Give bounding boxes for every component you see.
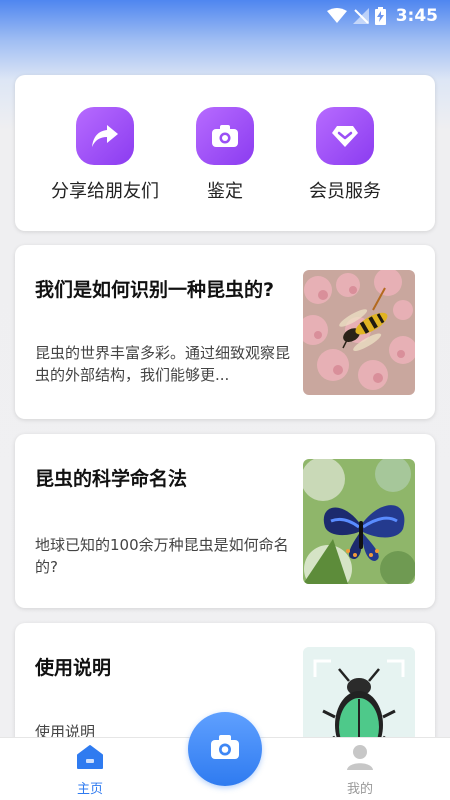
share-icon xyxy=(76,107,134,165)
quick-actions-card: 分享给朋友们 鉴定 会员服务 xyxy=(15,75,435,231)
article-description: 地球已知的100余万种昆虫是如何命名的? xyxy=(35,536,289,576)
camera-icon xyxy=(209,733,241,765)
share-button[interactable]: 分享给朋友们 xyxy=(45,107,165,203)
butterfly-photo xyxy=(303,459,415,584)
tab-home-label: 主页 xyxy=(76,782,103,797)
wasp-on-flowers-photo xyxy=(303,270,415,395)
no-signal-icon xyxy=(352,8,369,24)
share-label: 分享给朋友们 xyxy=(51,181,159,202)
article-card[interactable]: 我们是如何识别一种昆虫的? 昆虫的世界丰富多彩。通过细致观察昆虫的外部结构，我们… xyxy=(15,245,435,419)
vip-service-button[interactable]: 会员服务 xyxy=(285,107,405,203)
article-title: 使用说明 xyxy=(35,657,112,679)
status-bar: 3:45 xyxy=(0,0,450,32)
article-description: 昆虫的世界丰富多彩。通过细致观察昆虫的外部结构，我们能够更... xyxy=(35,344,291,384)
identify-label: 鉴定 xyxy=(207,181,243,202)
battery-charging-icon xyxy=(374,7,386,25)
article-title: 昆虫的科学命名法 xyxy=(35,468,188,490)
wifi-icon xyxy=(326,8,347,24)
article-card[interactable]: 昆虫的科学命名法 地球已知的100余万种昆虫是如何命名的? xyxy=(15,434,435,608)
camera-icon xyxy=(196,107,254,165)
tab-mine[interactable]: 我的 xyxy=(315,744,405,797)
vip-diamond-icon xyxy=(316,107,374,165)
vip-service-label: 会员服务 xyxy=(309,181,381,202)
identify-button[interactable]: 鉴定 xyxy=(165,107,285,203)
tab-home[interactable]: 主页 xyxy=(45,744,135,797)
article-title: 我们是如何识别一种昆虫的? xyxy=(35,279,275,301)
tab-mine-label: 我的 xyxy=(346,782,373,797)
user-icon xyxy=(346,744,374,774)
home-icon xyxy=(76,744,104,774)
status-time: 3:45 xyxy=(395,6,438,26)
camera-scan-button[interactable] xyxy=(188,712,262,786)
